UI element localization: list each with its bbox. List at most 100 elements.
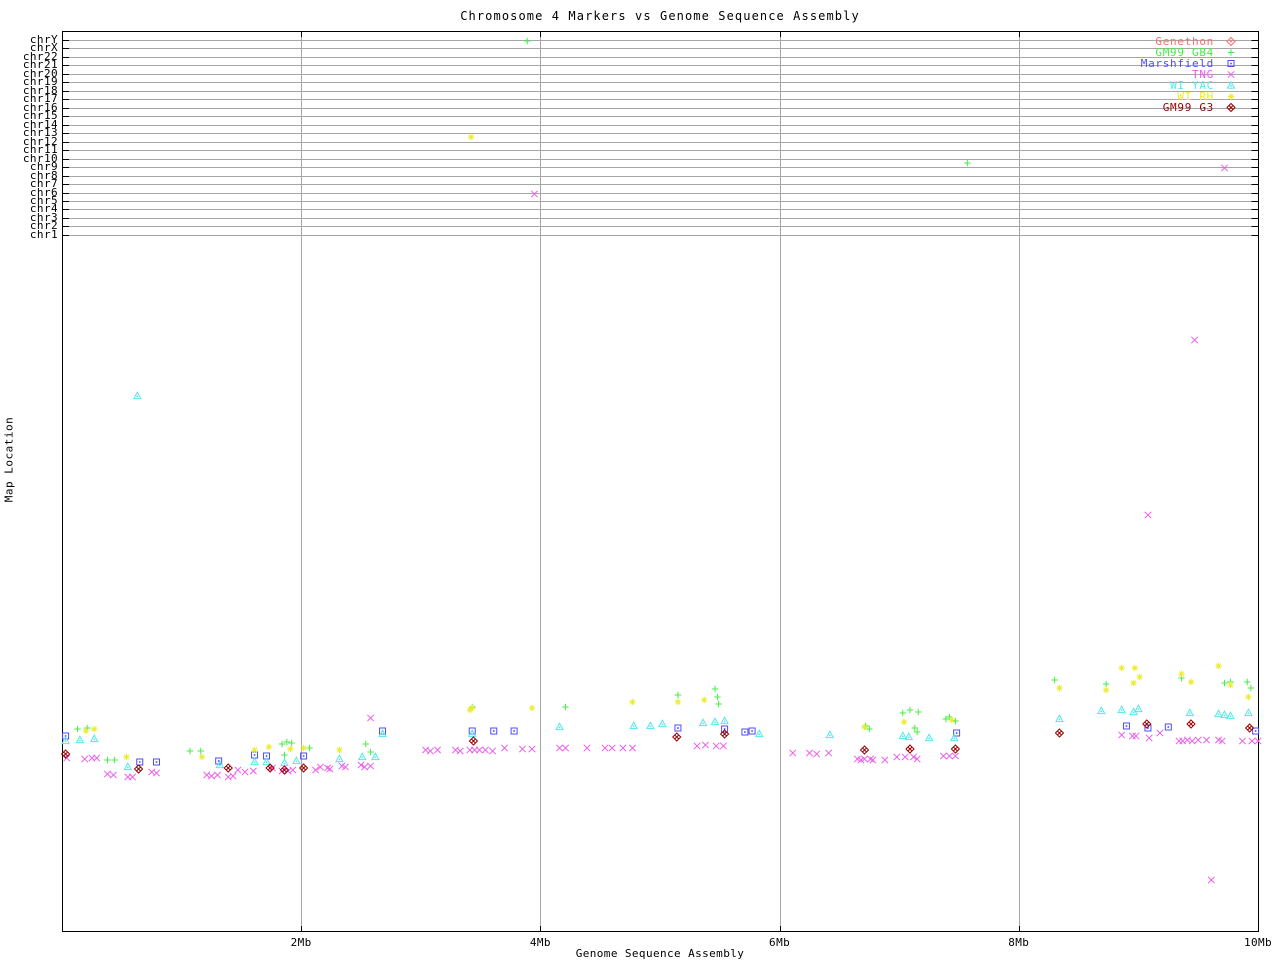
data-point [1156, 729, 1164, 737]
series-gm99-g3 [60, 719, 1255, 775]
chart-title: Chromosome 4 Markers vs Genome Sequence … [460, 9, 860, 23]
data-point [805, 749, 814, 757]
data-point [1131, 664, 1139, 672]
data-point [939, 752, 948, 760]
series-marshfield [62, 722, 1260, 766]
series-wi-rh [82, 133, 1252, 761]
data-point [906, 706, 914, 714]
data-point [1244, 678, 1251, 686]
data-point [1214, 709, 1223, 718]
legend-marker-icon [1226, 80, 1236, 89]
data-point [1056, 684, 1063, 692]
data-point [711, 685, 719, 693]
legend-marker-icon [1227, 60, 1235, 67]
data-point [1118, 731, 1126, 739]
data-point [123, 762, 133, 771]
series-tng [63, 164, 1262, 884]
legend-item-marshfield: Marshfield [1141, 57, 1239, 70]
data-point [1244, 708, 1253, 717]
data-point [74, 725, 81, 733]
data-point [251, 746, 258, 754]
y-axis-label: Map Location [2, 416, 16, 503]
data-point [152, 769, 161, 777]
data-point [1051, 676, 1058, 684]
data-point [701, 741, 710, 749]
data-point [1130, 679, 1137, 687]
data-point [964, 159, 971, 167]
data-point [198, 753, 206, 761]
data-point [561, 744, 570, 752]
data-point [1055, 714, 1064, 723]
data-point [714, 693, 721, 701]
data-point [186, 747, 194, 755]
data-point [109, 771, 117, 779]
data-point [133, 764, 144, 774]
data-point [467, 729, 477, 738]
data-point [133, 391, 142, 400]
data-point [1096, 706, 1106, 715]
data-point [1132, 732, 1140, 740]
data-point [1175, 737, 1183, 745]
data-point [280, 758, 289, 767]
data-point [924, 733, 934, 742]
data-point [61, 736, 70, 745]
data-point [475, 746, 483, 754]
data-point [281, 751, 288, 759]
data-point [93, 754, 101, 762]
series-gm99-gb4 [74, 37, 1255, 764]
data-point [608, 744, 616, 752]
data-point [335, 754, 344, 763]
data-point [945, 752, 953, 760]
data-point [893, 753, 901, 761]
data-point [367, 748, 374, 756]
data-point [1136, 673, 1143, 681]
data-point [229, 772, 237, 780]
data-point [490, 727, 498, 735]
data-point [628, 744, 637, 752]
data-point [336, 746, 343, 754]
data-point [813, 750, 821, 758]
data-point [949, 733, 959, 742]
data-point [720, 716, 729, 725]
data-point [825, 730, 835, 739]
legend-marker-icon [1226, 102, 1236, 113]
plot-border [62, 31, 1259, 932]
data-point [1238, 737, 1247, 745]
data-point [904, 732, 914, 741]
data-point [500, 744, 509, 752]
data-point [223, 763, 233, 773]
data-point [1226, 711, 1235, 720]
data-point [1248, 737, 1256, 745]
data-point [288, 739, 295, 747]
data-point [1227, 681, 1234, 689]
data-point [1145, 734, 1153, 742]
data-point [518, 745, 527, 753]
data-point [103, 770, 112, 778]
data-point [1245, 693, 1252, 701]
legend-item-gm99-g3: GM99 G3 [1141, 101, 1239, 114]
data-point [1134, 704, 1143, 713]
data-point [658, 719, 667, 728]
data-point [1054, 728, 1065, 738]
legend-marker-icon [1226, 36, 1236, 47]
data-point [1215, 662, 1222, 670]
data-point [104, 756, 111, 764]
data-point [300, 744, 307, 752]
data-point [693, 742, 701, 750]
data-point [948, 716, 956, 724]
data-point [900, 718, 908, 726]
data-point [528, 745, 536, 753]
data-point [748, 727, 756, 735]
data-point [378, 729, 387, 738]
data-point [234, 766, 242, 774]
data-point [951, 752, 959, 760]
data-point [1102, 686, 1110, 694]
data-point [789, 749, 797, 757]
data-point [741, 728, 749, 736]
data-point [1191, 336, 1199, 344]
data-point [306, 744, 313, 752]
data-point [213, 771, 222, 779]
data-point [555, 722, 564, 731]
data-point [619, 744, 627, 752]
data-point [289, 766, 297, 774]
